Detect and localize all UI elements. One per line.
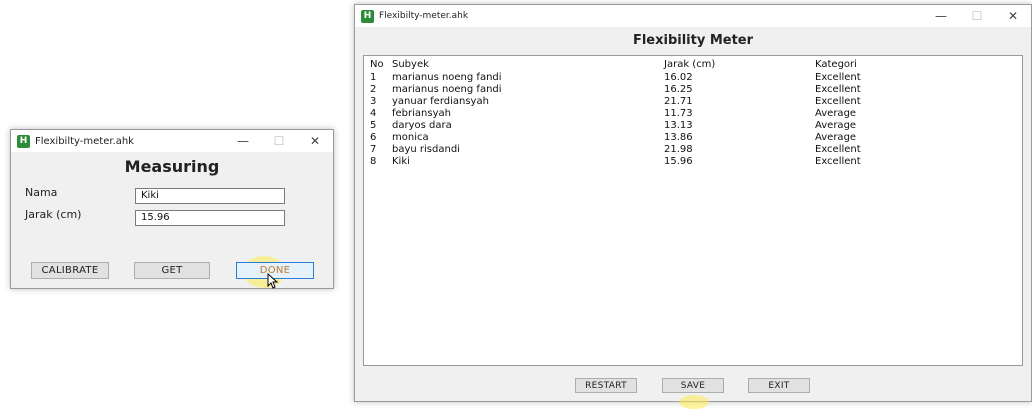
row-number: 4 (370, 108, 377, 119)
nama-input[interactable]: Kiki (135, 188, 285, 204)
results-list[interactable]: No Subyek Jarak (cm) Kategori 1 marianus… (363, 55, 1023, 366)
title-bar[interactable]: H Flexibilty-meter.ahk — ☐ ✕ (355, 5, 1031, 27)
close-button[interactable]: ✕ (297, 130, 333, 152)
row-subject: bayu risdandi (392, 144, 460, 155)
row-subject: marianus noeng fandi (392, 84, 502, 95)
get-button[interactable]: GET (134, 262, 210, 279)
save-button[interactable]: SAVE (662, 378, 724, 393)
measuring-window: H Flexibilty-meter.ahk — ☐ ✕ Measuring N… (10, 129, 334, 289)
maximize-button[interactable]: ☐ (959, 5, 995, 27)
row-distance: 13.13 (664, 120, 693, 131)
row-subject: Kiki (392, 156, 410, 167)
row-distance: 21.71 (664, 96, 693, 107)
list-item[interactable]: 6 monica 13.86 Average (364, 132, 1022, 144)
jarak-label: Jarak (cm) (25, 208, 82, 221)
row-subject: daryos dara (392, 120, 452, 131)
title-bar[interactable]: H Flexibilty-meter.ahk — ☐ ✕ (11, 130, 333, 152)
calibrate-button[interactable]: CALIBRATE (31, 262, 109, 279)
page-title: Flexibility Meter (632, 33, 754, 48)
row-number: 2 (370, 84, 377, 95)
window-title: Flexibilty-meter.ahk (35, 135, 134, 147)
column-header-no[interactable]: No (370, 59, 384, 71)
column-header-subyek[interactable]: Subyek (392, 59, 429, 71)
row-number: 7 (370, 144, 377, 155)
row-category: Excellent (815, 72, 861, 83)
list-item[interactable]: 3 yanuar ferdiansyah 21.71 Excellent (364, 96, 1022, 108)
column-header-kategori[interactable]: Kategori (815, 59, 857, 71)
row-category: Excellent (815, 156, 861, 167)
maximize-button[interactable]: ☐ (261, 130, 297, 152)
row-category: Average (815, 132, 857, 143)
column-header-jarak[interactable]: Jarak (cm) (664, 59, 715, 71)
cursor-highlight (679, 395, 709, 409)
list-item[interactable]: 5 daryos dara 13.13 Average (364, 120, 1022, 132)
list-item[interactable]: 4 febriansyah 11.73 Average (364, 108, 1022, 120)
row-number: 1 (370, 72, 377, 83)
row-number: 3 (370, 96, 377, 107)
list-item[interactable]: 1 marianus noeng fandi 16.02 Excellent (364, 72, 1022, 84)
row-number: 6 (370, 132, 377, 143)
row-subject: marianus noeng fandi (392, 72, 502, 83)
minimize-button[interactable]: — (225, 130, 261, 152)
row-category: Average (815, 120, 857, 131)
mouse-cursor-icon (267, 273, 279, 289)
results-window: H Flexibilty-meter.ahk — ☐ ✕ Flexibility… (354, 4, 1032, 409)
restart-button[interactable]: RESTART (575, 378, 637, 393)
window-title: Flexibilty-meter.ahk (379, 11, 469, 21)
list-header: No Subyek Jarak (cm) Kategori (364, 59, 1022, 71)
page-title: Measuring (124, 157, 220, 176)
row-distance: 15.96 (664, 156, 693, 167)
row-subject: febriansyah (392, 108, 451, 119)
row-subject: yanuar ferdiansyah (392, 96, 489, 107)
row-distance: 16.25 (664, 84, 693, 95)
row-distance: 21.98 (664, 144, 693, 155)
nama-label: Nama (25, 186, 58, 199)
close-button[interactable]: ✕ (995, 5, 1031, 27)
list-item[interactable]: 7 bayu risdandi 21.98 Excellent (364, 144, 1022, 156)
exit-button[interactable]: EXIT (748, 378, 810, 393)
row-category: Excellent (815, 144, 861, 155)
row-category: Excellent (815, 96, 861, 107)
list-item[interactable]: 8 Kiki 15.96 Excellent (364, 156, 1022, 168)
minimize-button[interactable]: — (923, 5, 959, 27)
autohotkey-app-icon: H (361, 9, 374, 23)
row-number: 8 (370, 156, 377, 167)
row-subject: monica (392, 132, 429, 143)
row-distance: 16.02 (664, 72, 693, 83)
row-distance: 11.73 (664, 108, 693, 119)
row-category: Excellent (815, 84, 861, 95)
autohotkey-app-icon: H (17, 134, 30, 148)
row-category: Average (815, 108, 857, 119)
row-distance: 13.86 (664, 132, 693, 143)
list-item[interactable]: 2 marianus noeng fandi 16.25 Excellent (364, 84, 1022, 96)
row-number: 5 (370, 120, 377, 131)
jarak-input[interactable]: 15.96 (135, 210, 285, 226)
